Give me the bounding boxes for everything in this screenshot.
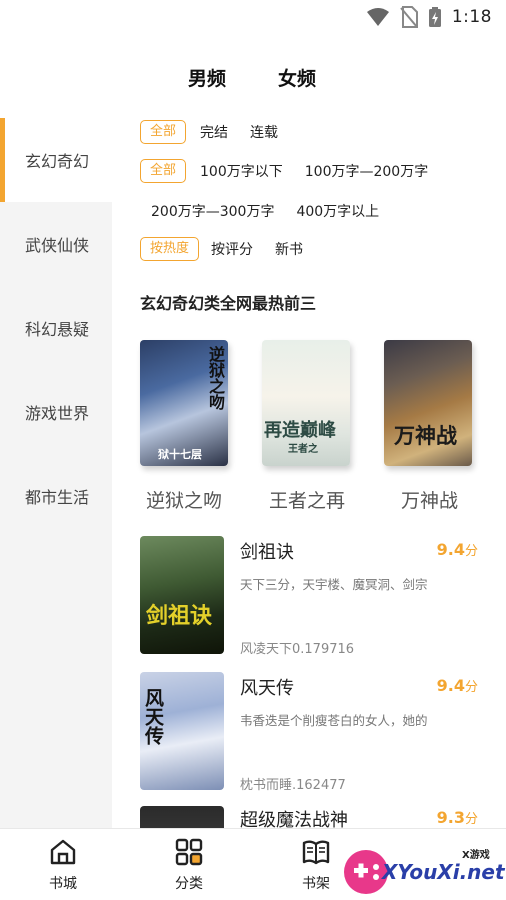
sidebar-item-kehuan[interactable]: 科幻悬疑 [0, 286, 112, 370]
filter-length-row: 全部 100万字以下 100万字—200万字 [140, 159, 428, 183]
bookshelf-icon [302, 840, 330, 865]
sidebar-item-dushi[interactable]: 都市生活 [0, 454, 112, 538]
watermark-text: XYouXi.net [382, 860, 505, 884]
cover-title: 风天传 [142, 688, 164, 745]
sort-new-books[interactable]: 新书 [275, 239, 303, 259]
filter-length-over-4m[interactable]: 400万字以上 [296, 201, 379, 221]
filter-status-all[interactable]: 全部 [140, 120, 187, 144]
book-score: 9.4分 [436, 540, 478, 559]
list-item[interactable]: 超级魔法战神 9.3分 [140, 806, 480, 828]
gender-tabs: 男频 女频 [0, 60, 506, 100]
filter-sort-row: 按热度 按评分 新书 [140, 237, 303, 261]
status-bar: 1:18 [0, 0, 506, 34]
filter-status-ongoing[interactable]: 连载 [250, 122, 278, 142]
filter-length-all[interactable]: 全部 [140, 159, 187, 183]
book-cover[interactable]: 剑祖诀 [140, 536, 224, 654]
cover-title: 逆狱之吻 [206, 346, 225, 410]
book-description: 天下三分，天宇楼、魔冥洞、剑宗 [240, 577, 428, 592]
watermark-small-text: X游戏 [462, 850, 490, 861]
battery-charging-icon [428, 7, 441, 27]
filter-status-finished[interactable]: 完结 [200, 122, 228, 142]
watermark-logo: X游戏 XYouXi.net [336, 836, 505, 896]
sidebar-item-wuxia[interactable]: 武侠仙侠 [0, 202, 112, 286]
no-sim-icon [400, 6, 418, 28]
book-cover[interactable]: 万神战 [384, 340, 472, 466]
sidebar-item-label: 武侠仙侠 [25, 236, 90, 255]
top3-book-3[interactable]: 万神战 [384, 340, 472, 466]
sidebar-item-label: 科幻悬疑 [25, 320, 90, 339]
list-item[interactable]: 风天传 风天传 9.4分 韦香迭是个削瘦苍白的女人，她的 枕书而睡.162477 [140, 672, 480, 793]
sidebar-item-label: 都市生活 [25, 488, 90, 507]
sidebar-filler [0, 538, 112, 828]
filter-length-under-1m[interactable]: 100万字以下 [200, 161, 283, 181]
category-sidebar: 玄幻奇幻 武侠仙侠 科幻悬疑 游戏世界 都市生活 [0, 118, 112, 538]
nav-category[interactable]: 分类 [154, 837, 224, 893]
sidebar-item-xuanhuan[interactable]: 玄幻奇幻 [0, 118, 112, 202]
top3-section-title: 玄幻奇幻类全网最热前三 [140, 294, 317, 313]
book-cover[interactable]: 再造巅峰 王者之 [262, 340, 350, 466]
home-icon [50, 839, 76, 865]
sidebar-item-youxi[interactable]: 游戏世界 [0, 370, 112, 454]
filter-length-2m-3m[interactable]: 200万字—300万字 [151, 201, 274, 221]
top3-book-3-title[interactable]: 万神战 [401, 486, 458, 513]
cover-title: 万神战 [394, 423, 457, 448]
list-item[interactable]: 剑祖诀 剑祖诀 9.4分 天下三分，天宇楼、魔冥洞、剑宗 风凌天下0.17971… [140, 536, 480, 657]
top3-book-2[interactable]: 再造巅峰 王者之 [262, 340, 350, 466]
filter-status-row: 全部 完结 连载 [140, 120, 278, 144]
book-title: 超级魔法战神 [240, 810, 348, 828]
cover-subtitle: 狱十七层 [158, 448, 202, 461]
book-title: 风天传 [240, 678, 294, 699]
sidebar-item-label: 游戏世界 [25, 404, 90, 423]
top3-book-1[interactable]: 逆狱之吻 狱十七层 [140, 340, 228, 466]
book-score: 9.4分 [436, 676, 478, 695]
tab-female[interactable]: 女频 [278, 64, 316, 91]
book-title: 剑祖诀 [240, 542, 294, 563]
book-author: 枕书而睡.162477 [240, 778, 346, 793]
nav-label: 书城 [49, 876, 77, 892]
top3-book-2-title[interactable]: 王者之再 [269, 486, 345, 513]
tab-male[interactable]: 男频 [181, 64, 233, 91]
sort-by-popularity[interactable]: 按热度 [140, 237, 200, 261]
book-description: 韦香迭是个削瘦苍白的女人，她的 [240, 713, 428, 728]
nav-bookstore[interactable]: 书城 [28, 837, 98, 893]
cover-subtitle: 王者之 [288, 444, 318, 455]
cover-title: 再造巅峰 [264, 420, 336, 441]
filter-length-row2: 200万字—300万字 400万字以上 [151, 201, 379, 221]
sort-by-rating[interactable]: 按评分 [211, 239, 253, 259]
wifi-icon [366, 8, 389, 26]
book-cover[interactable]: 逆狱之吻 狱十七层 [140, 340, 228, 466]
book-cover[interactable] [140, 806, 224, 828]
top3-book-1-title[interactable]: 逆狱之吻 [146, 486, 222, 513]
book-cover[interactable]: 风天传 [140, 672, 224, 790]
book-author: 风凌天下0.179716 [240, 642, 355, 657]
book-score: 9.3分 [436, 808, 478, 827]
filter-length-1m-2m[interactable]: 100万字—200万字 [305, 161, 428, 181]
clock: 1:18 [451, 7, 492, 27]
nav-label: 分类 [175, 876, 203, 892]
grid-icon [175, 838, 203, 866]
cover-title: 剑祖诀 [146, 603, 213, 629]
sidebar-item-label: 玄幻奇幻 [25, 152, 90, 171]
